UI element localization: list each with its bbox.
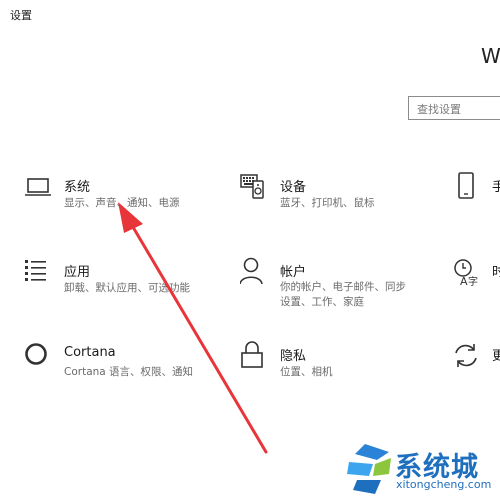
watermark-url: xitongcheng.com bbox=[396, 478, 492, 491]
annotation-arrow bbox=[118, 202, 268, 454]
